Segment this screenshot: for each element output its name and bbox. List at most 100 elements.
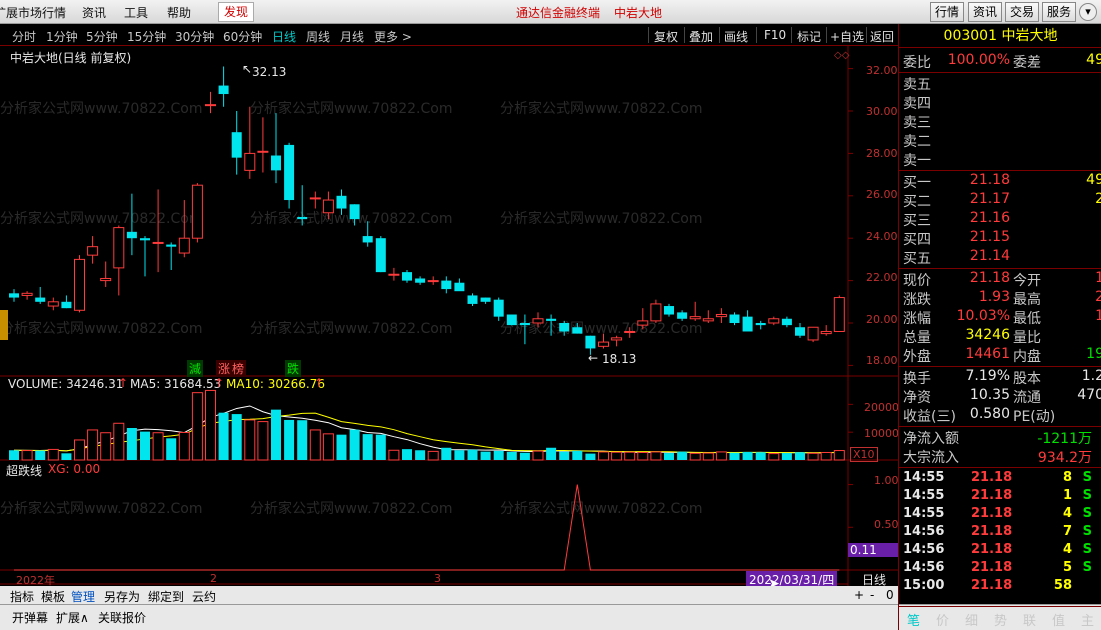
zoom-in-button[interactable]: + xyxy=(854,588,864,602)
tab-price[interactable]: 价 xyxy=(936,610,949,629)
tick-time: 14:55 xyxy=(903,470,945,485)
indicator-name: 超跌线 xyxy=(6,464,43,478)
sell-row[interactable]: 卖三 xyxy=(899,112,1101,131)
fund-row: 净资 10.35 流通 470 xyxy=(899,387,1101,406)
volume-bar xyxy=(755,452,766,460)
candle-body xyxy=(152,241,164,244)
candle-body xyxy=(336,195,347,209)
candle-body xyxy=(113,227,125,269)
tick-side: S xyxy=(1082,542,1092,557)
menu-item-ext-market[interactable]: 扩展市场行情 xyxy=(0,4,66,21)
buy-label: 买二 xyxy=(903,194,931,210)
f10-button[interactable]: F10 xyxy=(764,28,786,42)
sell-row[interactable]: 卖五 xyxy=(899,74,1101,93)
candle-body xyxy=(284,144,295,201)
tab-manage[interactable]: 管理 xyxy=(71,588,95,605)
draw-line-button[interactable]: 画线 xyxy=(724,28,748,45)
tab-detail[interactable]: 细 xyxy=(965,610,978,629)
tab-save-as[interactable]: 另存为 xyxy=(104,588,140,605)
buy-price: 21.18 xyxy=(969,172,1010,188)
candle-body xyxy=(664,306,674,315)
trade-button[interactable]: 交易 xyxy=(1005,2,1040,22)
menu-item-help[interactable]: 帮助 xyxy=(167,4,191,21)
news-button[interactable]: 资讯 xyxy=(968,2,1003,22)
tab-value[interactable]: 值 xyxy=(1052,610,1065,629)
sell-label: 卖二 xyxy=(903,134,931,150)
candle-body xyxy=(585,335,596,349)
stat-label: 涨幅 xyxy=(903,311,931,327)
menu-item-discover[interactable]: 发现 xyxy=(218,2,255,22)
buy-volume: 2 xyxy=(1095,191,1101,207)
candle-body xyxy=(650,303,662,322)
sell-row[interactable]: 卖一 xyxy=(899,150,1101,169)
mark-button[interactable]: 标记 xyxy=(797,28,821,45)
candle-body xyxy=(454,282,465,292)
sell-row[interactable]: 卖二 xyxy=(899,131,1101,150)
badge-label[interactable]: 減 xyxy=(187,360,204,377)
stat-row: 涨跌 1.93 最高 2 xyxy=(899,289,1101,308)
period-tab[interactable]: 月线 xyxy=(340,28,364,45)
period-tab[interactable]: 30分钟 xyxy=(175,28,214,45)
tab-main[interactable]: 主 xyxy=(1081,610,1094,629)
stat-label: 最高 xyxy=(1013,292,1041,308)
linked-quote-button[interactable]: 关联报价 xyxy=(98,609,146,626)
period-tab[interactable]: 周线 xyxy=(306,28,330,45)
danmaku-toggle[interactable]: 开弹幕 xyxy=(12,609,48,626)
tab-trend[interactable]: 势 xyxy=(994,610,1007,629)
volume-bar xyxy=(284,419,295,460)
badge-label[interactable]: 跌 xyxy=(285,360,302,377)
kline-chart[interactable] xyxy=(0,46,898,586)
tick-price: 21.18 xyxy=(971,524,1013,539)
tab-indicator[interactable]: 指标 xyxy=(10,588,34,605)
tab-trades[interactable]: 笔 xyxy=(907,610,920,629)
period-tab-active[interactable]: 日线 xyxy=(272,28,296,45)
diamond-icon: ◇◇ xyxy=(834,50,850,61)
tab-template[interactable]: 模板 xyxy=(41,588,65,605)
zoom-reset-button[interactable]: 0 xyxy=(886,588,894,602)
tick-volume: 4 xyxy=(1062,542,1072,557)
volume-bar xyxy=(205,389,216,461)
buy-volume: 49 xyxy=(1086,172,1101,188)
candle-body xyxy=(689,316,701,320)
buy-row[interactable]: 买一 21.18 49 xyxy=(899,172,1101,191)
expand-toggle[interactable]: 扩展∧ xyxy=(56,609,89,626)
menu-item-news[interactable]: 资讯 xyxy=(82,4,106,21)
service-button[interactable]: 服务 xyxy=(1042,2,1077,22)
back-button[interactable]: 返回 xyxy=(870,28,894,45)
volume-bar xyxy=(559,451,570,460)
overlay-button[interactable]: 叠加 xyxy=(689,28,713,45)
volume-bar xyxy=(152,432,164,461)
menu-item-tools[interactable]: 工具 xyxy=(124,4,148,21)
buy-row[interactable]: 买三 21.16 xyxy=(899,210,1101,229)
tick-price: 21.18 xyxy=(971,506,1013,521)
period-tab[interactable]: 分时 xyxy=(12,28,36,45)
tab-cloud[interactable]: 云约 xyxy=(192,588,216,605)
buy-row[interactable]: 买五 21.14 xyxy=(899,248,1101,267)
volume-tick: 20000 xyxy=(864,401,899,414)
period-tab[interactable]: 1分钟 xyxy=(46,28,78,45)
add-favorite-button[interactable]: +自选 xyxy=(830,28,864,45)
tab-bind-to[interactable]: 绑定到 xyxy=(148,588,184,605)
window-menu-icon[interactable]: ▾ xyxy=(1079,3,1097,21)
candle-body xyxy=(309,197,321,200)
stock-name: 中岩大地 xyxy=(1001,28,1058,44)
badge-label[interactable]: 榜 xyxy=(230,360,247,377)
market-button[interactable]: 行情 xyxy=(930,2,965,22)
up-arrow-icon: ↑ xyxy=(118,376,129,390)
toolbar-divider xyxy=(648,27,649,43)
period-tab[interactable]: 5分钟 xyxy=(86,28,118,45)
period-tab[interactable]: 60分钟 xyxy=(223,28,262,45)
volume-bar xyxy=(795,452,805,460)
sell-row[interactable]: 卖四 xyxy=(899,93,1101,112)
candle-body xyxy=(388,273,400,276)
tab-linked[interactable]: 联 xyxy=(1023,610,1036,629)
period-tab[interactable]: 15分钟 xyxy=(127,28,166,45)
collapse-handle[interactable] xyxy=(0,310,8,340)
candle-body xyxy=(768,318,780,324)
volume-bar xyxy=(322,433,334,461)
adjust-button[interactable]: 复权 xyxy=(654,28,678,45)
period-tab-more[interactable]: 更多 > xyxy=(374,28,412,45)
buy-row[interactable]: 买二 21.17 2 xyxy=(899,191,1101,210)
zoom-out-button[interactable]: - xyxy=(870,588,874,602)
buy-row[interactable]: 买四 21.15 xyxy=(899,229,1101,248)
